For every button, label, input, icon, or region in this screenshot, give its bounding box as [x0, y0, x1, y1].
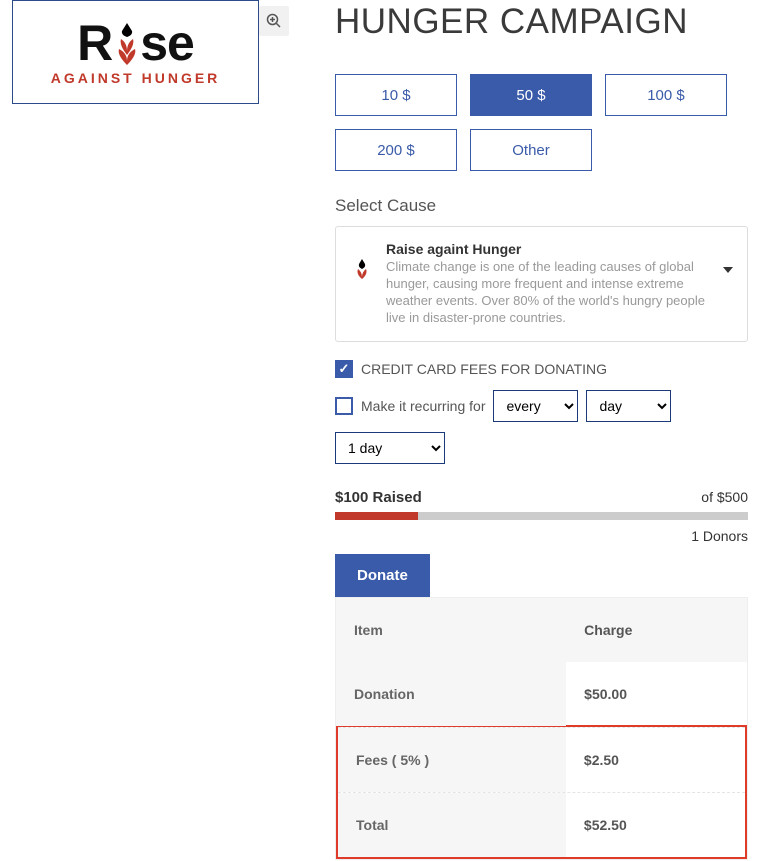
- cc-fees-label: CREDIT CARD FEES FOR DONATING: [361, 361, 607, 377]
- fees-total-highlight: Fees ( 5% ) $2.50 Total $52.50: [336, 725, 747, 859]
- duration-select[interactable]: 1 day: [335, 432, 445, 464]
- breakdown-fees-label: Fees ( 5% ): [338, 728, 566, 792]
- page-title: HUNGER CAMPAIGN: [335, 2, 748, 42]
- zoom-icon: [266, 13, 282, 29]
- logo-tagline: AGAINST HUNGER: [51, 70, 221, 86]
- recurring-checkbox[interactable]: [335, 397, 353, 415]
- amount-option-100[interactable]: 100 $: [605, 74, 727, 116]
- breakdown-total-label: Total: [338, 793, 566, 857]
- amount-option-200[interactable]: 200 $: [335, 129, 457, 171]
- goal-amount-label: of $500: [701, 489, 748, 505]
- campaign-logo: R se AGAINST HUNGER: [12, 0, 259, 104]
- logo-letters-se: se: [140, 18, 194, 68]
- cause-icon: [350, 257, 374, 281]
- cause-description: Climate change is one of the leading cau…: [386, 259, 707, 327]
- progress-bar: [335, 512, 748, 520]
- amount-option-other[interactable]: Other: [470, 129, 592, 171]
- progress-fill: [335, 512, 418, 520]
- breakdown-donation-label: Donation: [336, 662, 566, 726]
- donors-count: 1 Donors: [335, 528, 748, 544]
- select-cause-label: Select Cause: [335, 196, 748, 216]
- zoom-button[interactable]: [259, 6, 289, 36]
- donate-tab[interactable]: Donate: [335, 554, 430, 597]
- breakdown-header-charge: Charge: [566, 598, 747, 662]
- wheat-drop-icon: [111, 21, 143, 65]
- chevron-down-icon: [723, 267, 733, 273]
- breakdown-header-item: Item: [336, 598, 566, 662]
- breakdown-total-value: $52.50: [566, 793, 745, 857]
- cause-title: Raise againt Hunger: [386, 241, 707, 257]
- amount-option-10[interactable]: 10 $: [335, 74, 457, 116]
- breakdown-fees-value: $2.50: [566, 728, 745, 792]
- breakdown-donation-value: $50.00: [566, 662, 747, 726]
- raised-amount-label: $100 Raised: [335, 489, 422, 506]
- amount-option-50[interactable]: 50 $: [470, 74, 592, 116]
- logo-letter-r: R: [77, 18, 112, 68]
- cc-fees-checkbox[interactable]: [335, 360, 353, 378]
- frequency-select[interactable]: every: [493, 390, 578, 422]
- recurring-label: Make it recurring for: [361, 398, 485, 414]
- unit-select[interactable]: day: [586, 390, 671, 422]
- breakdown-table: Item Charge Donation $50.00 Fees ( 5% ) …: [335, 597, 748, 860]
- amount-options: 10 $ 50 $ 100 $ 200 $ Other: [335, 74, 748, 171]
- cause-dropdown[interactable]: Raise againt Hunger Climate change is on…: [335, 226, 748, 342]
